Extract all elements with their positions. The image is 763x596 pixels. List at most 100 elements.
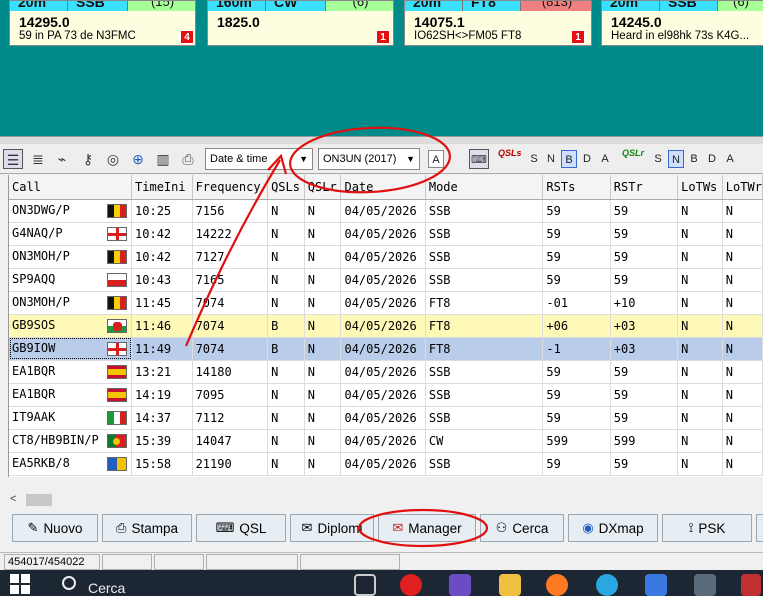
country-flag-icon <box>107 204 128 218</box>
cell-mode: FT8 <box>425 337 544 361</box>
spot-card[interactable]: 160m CW (6) 1825.0 1 <box>207 0 394 46</box>
log-select[interactable]: ON3UN (2017) ▼ <box>318 148 420 170</box>
cell-date: 04/05/2026 <box>340 406 426 430</box>
table-row[interactable]: GB9IOW 11:49 7074 B N 04/05/2026 FT8 -1 +03 N N <box>9 337 763 361</box>
firefox-icon[interactable] <box>546 574 568 596</box>
scroll-left-icon[interactable]: < <box>10 493 16 505</box>
qslr-flag-d[interactable]: D <box>704 150 720 168</box>
psk-button[interactable]: ⟟ PSK <box>662 514 752 542</box>
spot-card[interactable]: 20m SSB (15) 14295.0 59 in PA 73 de N3FM… <box>9 0 196 46</box>
qslr-flag-b[interactable]: B <box>686 150 702 168</box>
details-view-icon[interactable]: ☰ <box>3 149 23 169</box>
cell-time: 13:21 <box>131 360 193 384</box>
qslr-flag-a[interactable]: A <box>722 150 738 168</box>
callsign: ON3MOH/P <box>12 249 70 263</box>
sort-order-select[interactable]: Date & time ▼ <box>205 148 313 170</box>
cell-mode: SSB <box>425 406 544 430</box>
column-header[interactable]: Mode <box>425 175 544 200</box>
awards-button[interactable]: ✉ Diplomi <box>290 514 374 542</box>
table-row[interactable]: EA1BQR 13:21 14180 N N 04/05/2026 SSB 59 59 N N <box>9 360 763 384</box>
column-header[interactable]: TimeIni <box>131 175 193 200</box>
task-view-icon[interactable] <box>354 574 376 596</box>
keyboard-icon[interactable]: ⌨ <box>469 149 489 169</box>
app-icon[interactable] <box>741 574 761 596</box>
cell-mode: SSB <box>425 268 544 292</box>
printer-icon[interactable]: ⎙ <box>178 149 198 169</box>
column-header[interactable]: Date <box>340 175 426 200</box>
new-qso-button[interactable]: ✎ Nuovo <box>12 514 98 542</box>
edge-icon[interactable] <box>596 574 618 596</box>
chevron-down-icon: ▼ <box>406 154 415 164</box>
table-row[interactable]: GB9SOS 11:46 7074 B N 04/05/2026 FT8 +06 +03 N N <box>9 314 763 338</box>
manager-button[interactable]: ✉ Manager <box>378 514 476 542</box>
pencil-icon: ✎ <box>27 520 39 535</box>
qsls-flag-n[interactable]: N <box>543 150 559 168</box>
column-header[interactable]: LoTWs <box>677 175 723 200</box>
cell-rstr: +03 <box>610 337 679 361</box>
column-header[interactable]: LoTWr <box>722 175 763 200</box>
cell-lotws: N <box>677 337 723 361</box>
cell-rstr: 59 <box>610 452 679 476</box>
chevron-down-icon: ▼ <box>299 154 308 164</box>
cell-qsls: B <box>267 337 305 361</box>
horizontal-scrollbar[interactable]: < <box>8 492 763 508</box>
qsls-flag-b[interactable]: B <box>561 150 577 168</box>
cell-qsls: B <box>267 314 305 338</box>
table-row[interactable]: SP9AQQ 10:43 7165 N N 04/05/2026 SSB 59 59 N N <box>9 268 763 292</box>
search-icon[interactable] <box>62 576 76 590</box>
qsls-flag-a[interactable]: A <box>597 150 613 168</box>
qslr-flag-n[interactable]: N <box>668 150 684 168</box>
taskbar-search[interactable]: Cerca <box>88 580 125 596</box>
globe-icon[interactable]: ⊕ <box>128 149 148 169</box>
splitter-handle[interactable] <box>0 136 763 144</box>
qsls-flag-d[interactable]: D <box>579 150 595 168</box>
column-header[interactable]: QSLs <box>267 175 305 200</box>
file-explorer-icon[interactable] <box>499 574 521 596</box>
app-icon[interactable] <box>449 574 471 596</box>
cell-lotwr: N <box>722 314 763 338</box>
app-icon[interactable] <box>400 574 422 596</box>
radio-icon[interactable]: ⌁ <box>52 149 72 169</box>
qsls-flag-s[interactable]: S <box>526 150 542 168</box>
cell-time: 14:19 <box>131 383 193 407</box>
spot-card[interactable]: 20m SSB (6) 14245.0 Heard in el98hk 73s … <box>601 0 763 46</box>
store-icon[interactable] <box>645 574 667 596</box>
table-row[interactable]: IT9AAK 14:37 7112 N N 04/05/2026 SSB 59 59 N N <box>9 406 763 430</box>
table-row[interactable]: G4NAQ/P 10:42 14222 N N 04/05/2026 SSB 59 59 N N <box>9 222 763 246</box>
cell-date: 04/05/2026 <box>340 245 426 269</box>
table-row[interactable]: ON3DWG/P 10:25 7156 N N 04/05/2026 SSB 59 59 N N <box>9 199 763 223</box>
windows-start-icon[interactable] <box>10 574 30 594</box>
globe-icon: ◉ <box>582 520 594 535</box>
cell-time: 15:58 <box>131 452 193 476</box>
column-header[interactable]: Call <box>9 175 133 200</box>
cd-icon[interactable]: ◎ <box>103 149 123 169</box>
book-icon[interactable]: ▥ <box>153 149 173 169</box>
qslr-flag-s[interactable]: S <box>650 150 666 168</box>
table-row[interactable]: ON3MOH/P 10:42 7127 N N 04/05/2026 SSB 59 59 N N <box>9 245 763 269</box>
cell-rsts: 59 <box>542 360 611 384</box>
key-icon[interactable]: ⚷ <box>78 149 98 169</box>
more-button[interactable] <box>756 514 763 542</box>
country-flag-icon <box>107 227 128 241</box>
table-row[interactable]: EA5RKB/8 15:58 21190 N N 04/05/2026 SSB 59 59 N N <box>9 452 763 476</box>
dxmap-button[interactable]: ◉ DXmap <box>568 514 658 542</box>
spot-card[interactable]: 20m FT8 (813) 14075.1 IO62SH<>FM05 FT8 1 <box>404 0 592 46</box>
cell-call: EA5RKB/8 <box>9 452 133 476</box>
qsl-button[interactable]: ⌨ QSL <box>196 514 286 542</box>
table-row[interactable]: ON3MOH/P 11:45 7074 N N 04/05/2026 FT8 -01 +10 N N <box>9 291 763 315</box>
print-button[interactable]: ⎙ Stampa <box>102 514 192 542</box>
table-row[interactable]: EA1BQR 14:19 7095 N N 04/05/2026 SSB 59 59 N N <box>9 383 763 407</box>
table-row[interactable]: CT8/HB9BIN/P 15:39 14047 N N 04/05/2026 CW 599 5… <box>9 429 763 453</box>
cell-mode: SSB <box>425 383 544 407</box>
cell-rstr: 59 <box>610 360 679 384</box>
search-button[interactable]: ⚇ Cerca <box>480 514 564 542</box>
app-icon[interactable] <box>694 574 716 596</box>
qso-log-table[interactable]: Call TimeIni Frequency QSLs QSLr Date Mode RSTs… <box>8 175 763 477</box>
column-header[interactable]: RSTr <box>610 175 679 200</box>
column-header[interactable]: QSLr <box>304 175 342 200</box>
column-header[interactable]: RSTs <box>542 175 611 200</box>
list-view-icon[interactable]: ≣ <box>28 149 48 169</box>
scroll-thumb[interactable] <box>26 494 52 506</box>
filter-a-button[interactable]: A <box>428 150 444 168</box>
column-header[interactable]: Frequency <box>192 175 269 200</box>
